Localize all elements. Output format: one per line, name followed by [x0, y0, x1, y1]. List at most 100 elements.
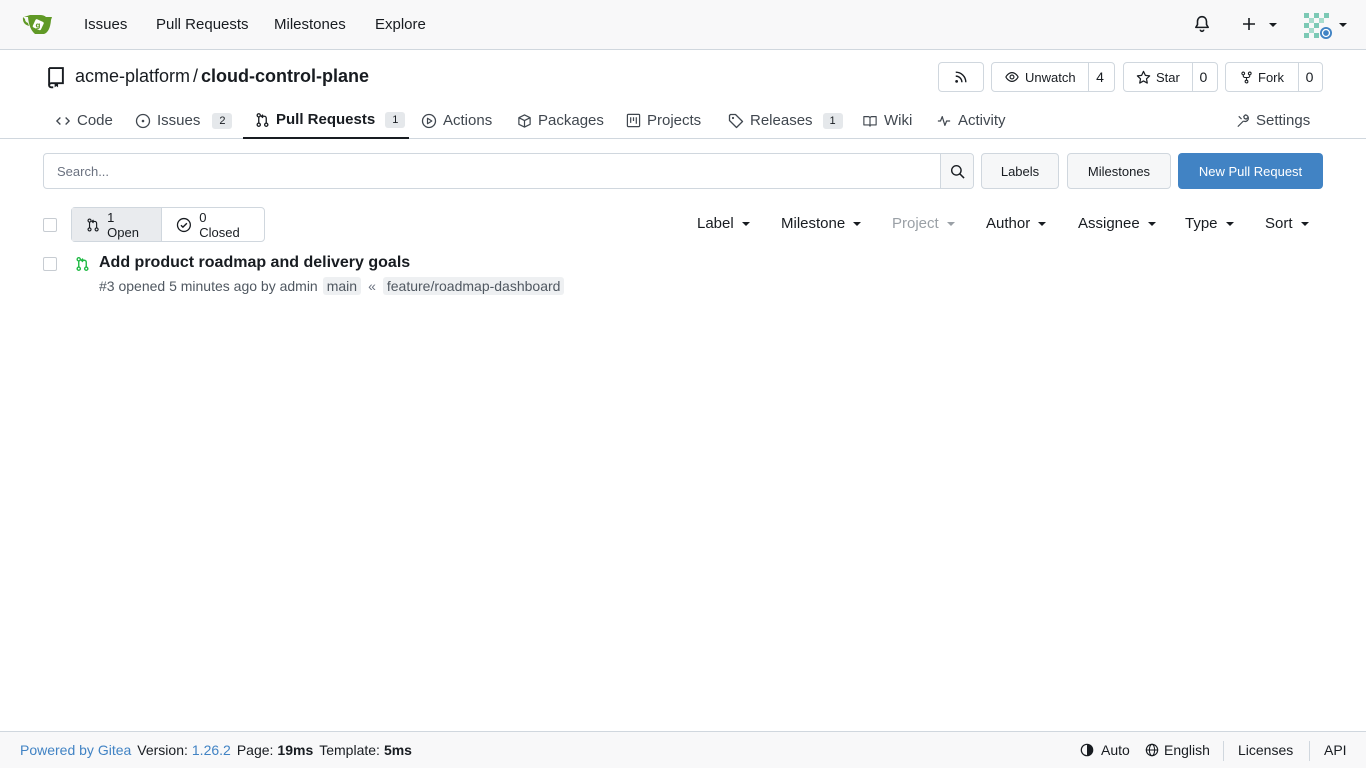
user-menu-chevron-down-icon[interactable]: [1339, 23, 1347, 27]
tab-actions-label: Actions: [443, 112, 493, 129]
eye-icon: [1005, 72, 1019, 82]
powered-by-gitea-link[interactable]: Powered by Gitea: [20, 742, 131, 758]
user-avatar[interactable]: [1303, 12, 1333, 40]
open-filter-button[interactable]: 1 Open: [72, 208, 163, 241]
assignee-filter-text: Assignee: [1078, 215, 1140, 232]
tag-icon: [728, 113, 744, 128]
sort-dropdown[interactable]: Sort: [1265, 215, 1309, 232]
fork-count[interactable]: 0: [1298, 63, 1320, 91]
milestone-filter-dropdown[interactable]: Milestone: [781, 215, 862, 232]
star-button-group: Star 0: [1123, 62, 1218, 92]
pulse-icon: [937, 115, 951, 126]
tab-activity-label: Activity: [958, 112, 1006, 129]
chevron-down-icon: [1300, 221, 1309, 226]
closed-filter-button[interactable]: 0 Closed: [162, 208, 264, 241]
pull-request-title-link[interactable]: Add product roadmap and delivery goals: [99, 254, 410, 272]
rss-feed-button[interactable]: [938, 62, 984, 92]
type-filter-dropdown[interactable]: Type: [1185, 215, 1234, 232]
nav-pull-requests[interactable]: Pull Requests: [156, 16, 249, 33]
issue-opened-icon: [135, 113, 151, 128]
chevron-down-icon: [741, 221, 750, 226]
check-circle-icon: [177, 217, 192, 232]
project-board-icon: [626, 113, 641, 128]
open-pull-request-icon: [75, 256, 90, 272]
theme-contrast-icon: [1080, 743, 1094, 757]
repo-owner-link[interactable]: acme-platform: [75, 66, 190, 86]
tab-wiki-label: Wiki: [884, 112, 913, 129]
footer-divider: [1309, 741, 1310, 761]
create-plus-icon[interactable]: [1241, 16, 1257, 32]
fork-button[interactable]: Fork: [1226, 63, 1298, 91]
pull-request-checkbox[interactable]: [43, 257, 57, 271]
milestones-button[interactable]: Milestones: [1067, 153, 1171, 189]
base-branch-label[interactable]: main: [322, 277, 362, 295]
watch-count[interactable]: 4: [1087, 63, 1112, 91]
language-selector[interactable]: English: [1145, 742, 1210, 758]
repo-name-link[interactable]: cloud-control-plane: [201, 66, 369, 86]
tab-pull-requests[interactable]: Pull Requests 1: [243, 102, 409, 139]
api-link[interactable]: API: [1324, 742, 1347, 758]
star-count[interactable]: 0: [1191, 63, 1214, 91]
author-filter-dropdown[interactable]: Author: [986, 215, 1047, 232]
nav-issues[interactable]: Issues: [84, 16, 127, 33]
repo-title-separator: /: [193, 66, 199, 86]
version-label: Version:: [137, 742, 188, 758]
tab-issues-count: 2: [212, 112, 233, 129]
labels-button[interactable]: Labels: [981, 153, 1059, 189]
tab-code[interactable]: Code: [55, 102, 113, 139]
play-icon: [421, 113, 437, 128]
assignee-filter-dropdown[interactable]: Assignee: [1078, 215, 1156, 232]
type-filter-text: Type: [1185, 215, 1218, 232]
page-footer: Powered by Gitea Version: 1.26.2 Page: 1…: [0, 731, 1366, 768]
version-link[interactable]: 1.26.2: [192, 742, 231, 758]
tab-issues[interactable]: Issues 2: [135, 102, 233, 139]
tab-packages[interactable]: Packages: [517, 102, 604, 139]
closed-count-label: 0 Closed: [199, 209, 240, 240]
nav-milestones[interactable]: Milestones: [274, 16, 346, 33]
tab-activity[interactable]: Activity: [936, 102, 1006, 139]
tab-projects[interactable]: Projects: [626, 102, 701, 139]
tools-icon: [1237, 113, 1249, 127]
milestone-filter-text: Milestone: [781, 215, 846, 232]
fork-button-group: Fork 0: [1225, 62, 1323, 92]
state-toggle: 1 Open 0 Closed: [71, 207, 265, 242]
gitea-logo-icon[interactable]: g: [22, 12, 54, 38]
pull-request-meta-text: #3 opened 5 minutes ago by admin: [99, 278, 318, 294]
tab-releases[interactable]: Releases 1: [728, 102, 843, 139]
select-all-checkbox[interactable]: [43, 218, 57, 232]
project-filter-dropdown: Project: [892, 215, 955, 232]
star-button[interactable]: Star: [1124, 63, 1192, 91]
code-icon: [55, 116, 71, 125]
licenses-link[interactable]: Licenses: [1238, 742, 1293, 758]
nav-explore[interactable]: Explore: [375, 16, 426, 33]
chevron-down-icon: [946, 221, 955, 226]
notifications-bell-icon[interactable]: [1193, 15, 1211, 33]
search-input[interactable]: [44, 154, 940, 188]
search-icon: [950, 164, 965, 179]
tab-code-label: Code: [77, 112, 113, 129]
template-time-value: 5ms: [383, 742, 412, 758]
book-icon: [863, 115, 877, 127]
star-icon: [1136, 70, 1151, 84]
create-chevron-down-icon[interactable]: [1269, 23, 1277, 27]
tab-pull-requests-label: Pull Requests: [276, 111, 376, 128]
theme-selector[interactable]: Auto: [1080, 742, 1130, 758]
tab-settings[interactable]: Settings: [1235, 102, 1310, 139]
rss-icon: [955, 71, 967, 83]
head-branch-label[interactable]: feature/roadmap-dashboard: [382, 277, 565, 295]
new-pull-request-button[interactable]: New Pull Request: [1178, 153, 1323, 189]
tab-actions[interactable]: Actions: [421, 102, 492, 139]
language-label: English: [1164, 742, 1210, 758]
pull-request-icon: [87, 217, 99, 232]
globe-icon: [1145, 743, 1159, 757]
template-time-label: Template:: [319, 742, 380, 758]
unwatch-label: Unwatch: [1025, 69, 1076, 85]
search-button[interactable]: [940, 154, 973, 188]
page-time-value: 19ms: [277, 742, 314, 758]
tab-releases-label: Releases: [750, 112, 813, 129]
label-filter-text: Label: [697, 215, 734, 232]
unwatch-button[interactable]: Unwatch: [992, 63, 1088, 91]
tab-wiki[interactable]: Wiki: [862, 102, 912, 139]
tab-releases-count: 1: [822, 112, 843, 129]
label-filter-dropdown[interactable]: Label: [697, 215, 750, 232]
